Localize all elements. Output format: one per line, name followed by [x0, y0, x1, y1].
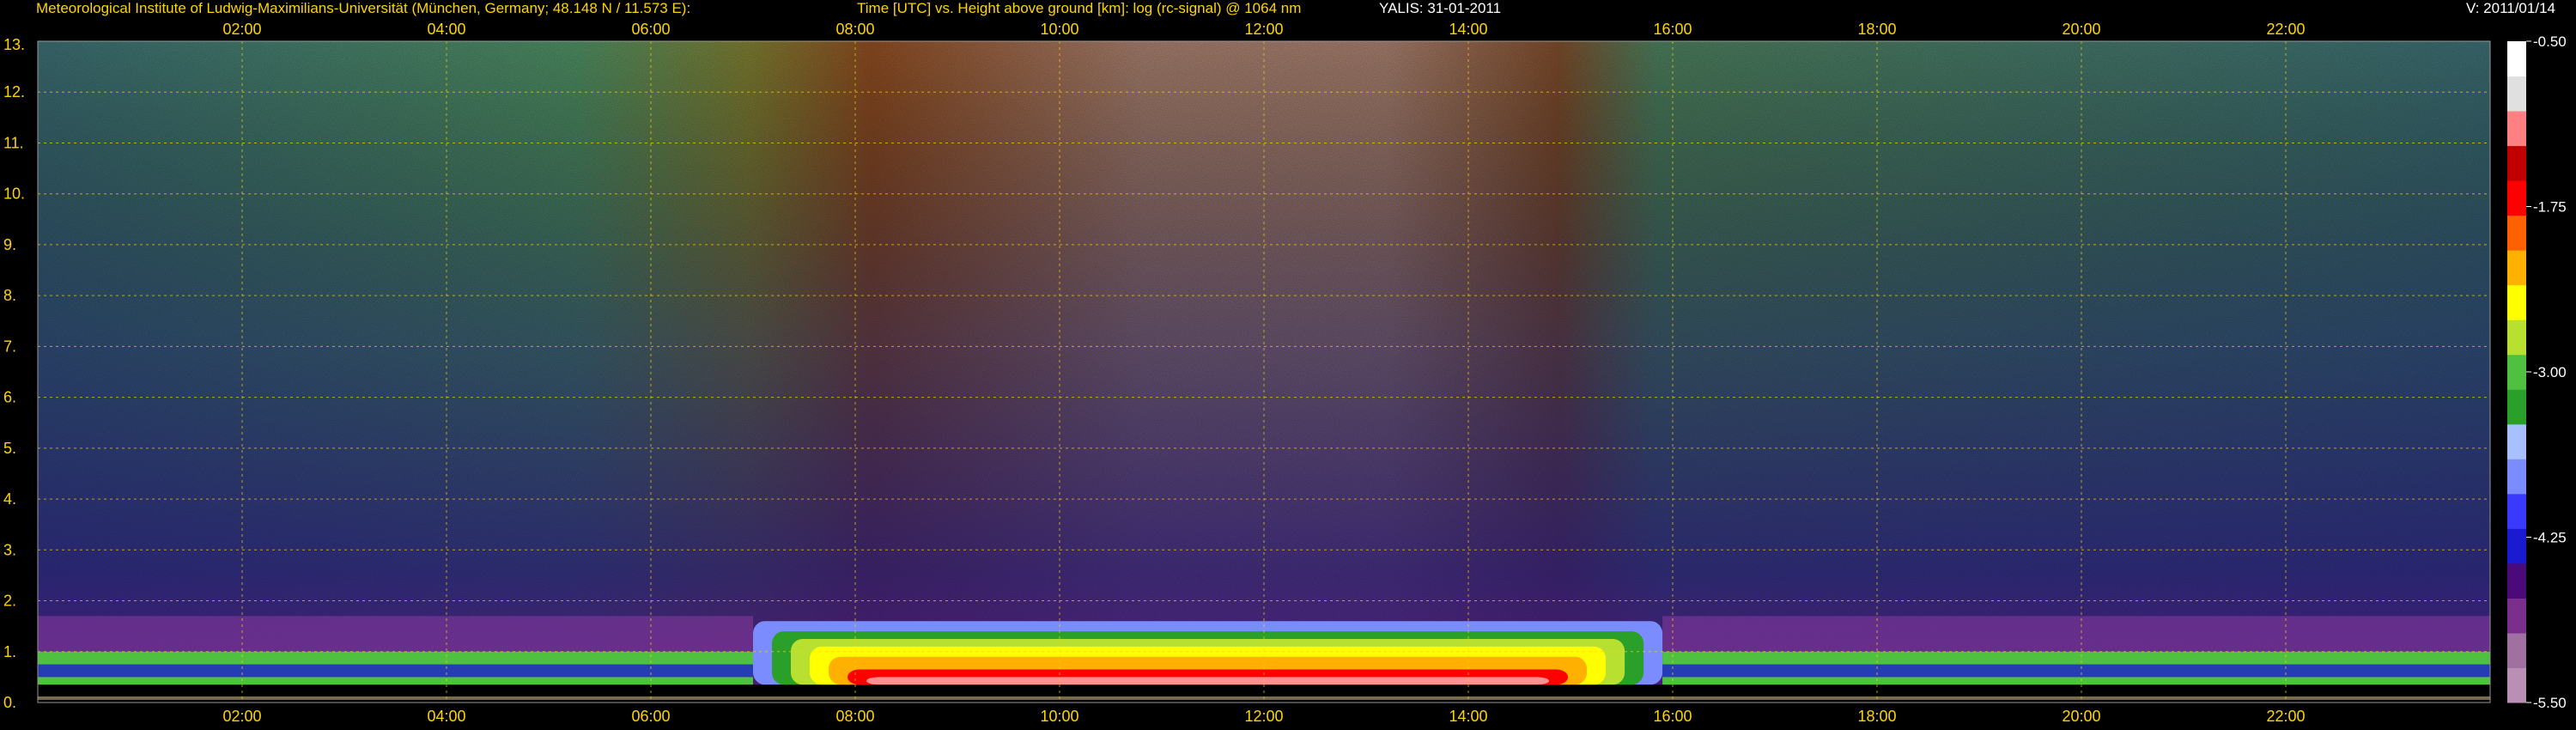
residual-layer — [38, 616, 753, 652]
y-tick-label: 13. — [3, 36, 25, 53]
lidar-heatmap-chart: 02:00 02:00 04:00 04:00 06:00 06:00 08:00 08:00… — [3, 21, 2567, 725]
x-tick-label-bottom: 04:00 — [427, 708, 465, 725]
colorbar: -0.50 -1.75 -3.00 -4.25 -5.50 — [2507, 33, 2567, 711]
colorbar-segment — [2507, 632, 2526, 668]
colorbar-segment — [2507, 493, 2526, 529]
colorbar-tick-label: -1.75 — [2533, 199, 2567, 216]
y-tick-label: 5. — [3, 440, 16, 457]
colorbar-segment — [2507, 284, 2526, 320]
x-tick-label-bottom: 12:00 — [1244, 708, 1283, 725]
residual-layer — [1662, 616, 2490, 652]
colorbar-segment — [2507, 145, 2526, 181]
x-tick-label-top: 10:00 — [1040, 21, 1078, 38]
colorbar-segment — [2507, 528, 2526, 564]
y-tick-label: 9. — [3, 236, 16, 253]
colorbar-segment — [2507, 180, 2526, 216]
colorbar-segment — [2507, 215, 2526, 251]
x-tick-label-top: 04:00 — [427, 21, 465, 38]
y-tick-label: 2. — [3, 593, 16, 610]
y-tick-label: 3. — [3, 541, 16, 558]
x-tick-label-bottom: 10:00 — [1040, 708, 1078, 725]
colorbar-segment — [2507, 76, 2526, 112]
colorbar-tick-label: -0.50 — [2533, 33, 2567, 50]
colorbar-segment — [2507, 319, 2526, 356]
colorbar-tick-label: -4.25 — [2533, 530, 2567, 546]
colorbar-tick-label: -3.00 — [2533, 364, 2567, 380]
y-tick-label: 7. — [3, 338, 16, 355]
colorbar-segment — [2507, 354, 2526, 390]
aerosol-layer-core — [38, 664, 753, 678]
colorbar-tick-label: -5.50 — [2533, 695, 2567, 711]
y-tick-label: 8. — [3, 287, 16, 304]
x-tick-label-bottom: 20:00 — [2062, 708, 2100, 725]
y-tick-label: 12. — [3, 83, 25, 100]
colorbar-segment — [2507, 111, 2526, 147]
x-tick-label-top: 08:00 — [835, 21, 874, 38]
x-tick-label-top: 20:00 — [2062, 21, 2100, 38]
x-tick-label-bottom: 14:00 — [1449, 708, 1487, 725]
x-tick-label-bottom: 22:00 — [2266, 708, 2305, 725]
boundary-layer-band — [866, 677, 1550, 685]
colorbar-segment — [2507, 459, 2526, 495]
y-tick-label: 11. — [3, 134, 24, 151]
y-tick-label: 4. — [3, 490, 16, 508]
colorbar-segment — [2507, 250, 2526, 286]
x-tick-label-top: 06:00 — [631, 21, 670, 38]
x-tick-label-top: 02:00 — [222, 21, 261, 38]
x-tick-label-top: 16:00 — [1653, 21, 1692, 38]
x-tick-label-top: 14:00 — [1449, 21, 1487, 38]
colorbar-segment — [2507, 598, 2526, 634]
colorbar-segment — [2507, 563, 2526, 599]
x-tick-label-bottom: 02:00 — [222, 708, 261, 725]
x-tick-label-bottom: 16:00 — [1653, 708, 1692, 725]
colorbar-segment — [2507, 41, 2526, 77]
x-tick-label-bottom: 06:00 — [631, 708, 670, 725]
y-tick-label: 10. — [3, 186, 25, 203]
x-tick-label-top: 18:00 — [1857, 21, 1896, 38]
x-tick-label-top: 22:00 — [2266, 21, 2305, 38]
x-tick-label-top: 12:00 — [1244, 21, 1283, 38]
x-tick-label-bottom: 08:00 — [835, 708, 874, 725]
colorbar-segment — [2507, 667, 2526, 703]
colorbar-segment — [2507, 423, 2526, 459]
aerosol-layer-core — [1662, 664, 2490, 678]
y-tick-label: 0. — [3, 694, 16, 711]
x-tick-label-bottom: 18:00 — [1857, 708, 1896, 725]
y-tick-label: 6. — [3, 389, 16, 406]
colorbar-segment — [2507, 389, 2526, 425]
y-tick-label: 1. — [3, 643, 16, 660]
